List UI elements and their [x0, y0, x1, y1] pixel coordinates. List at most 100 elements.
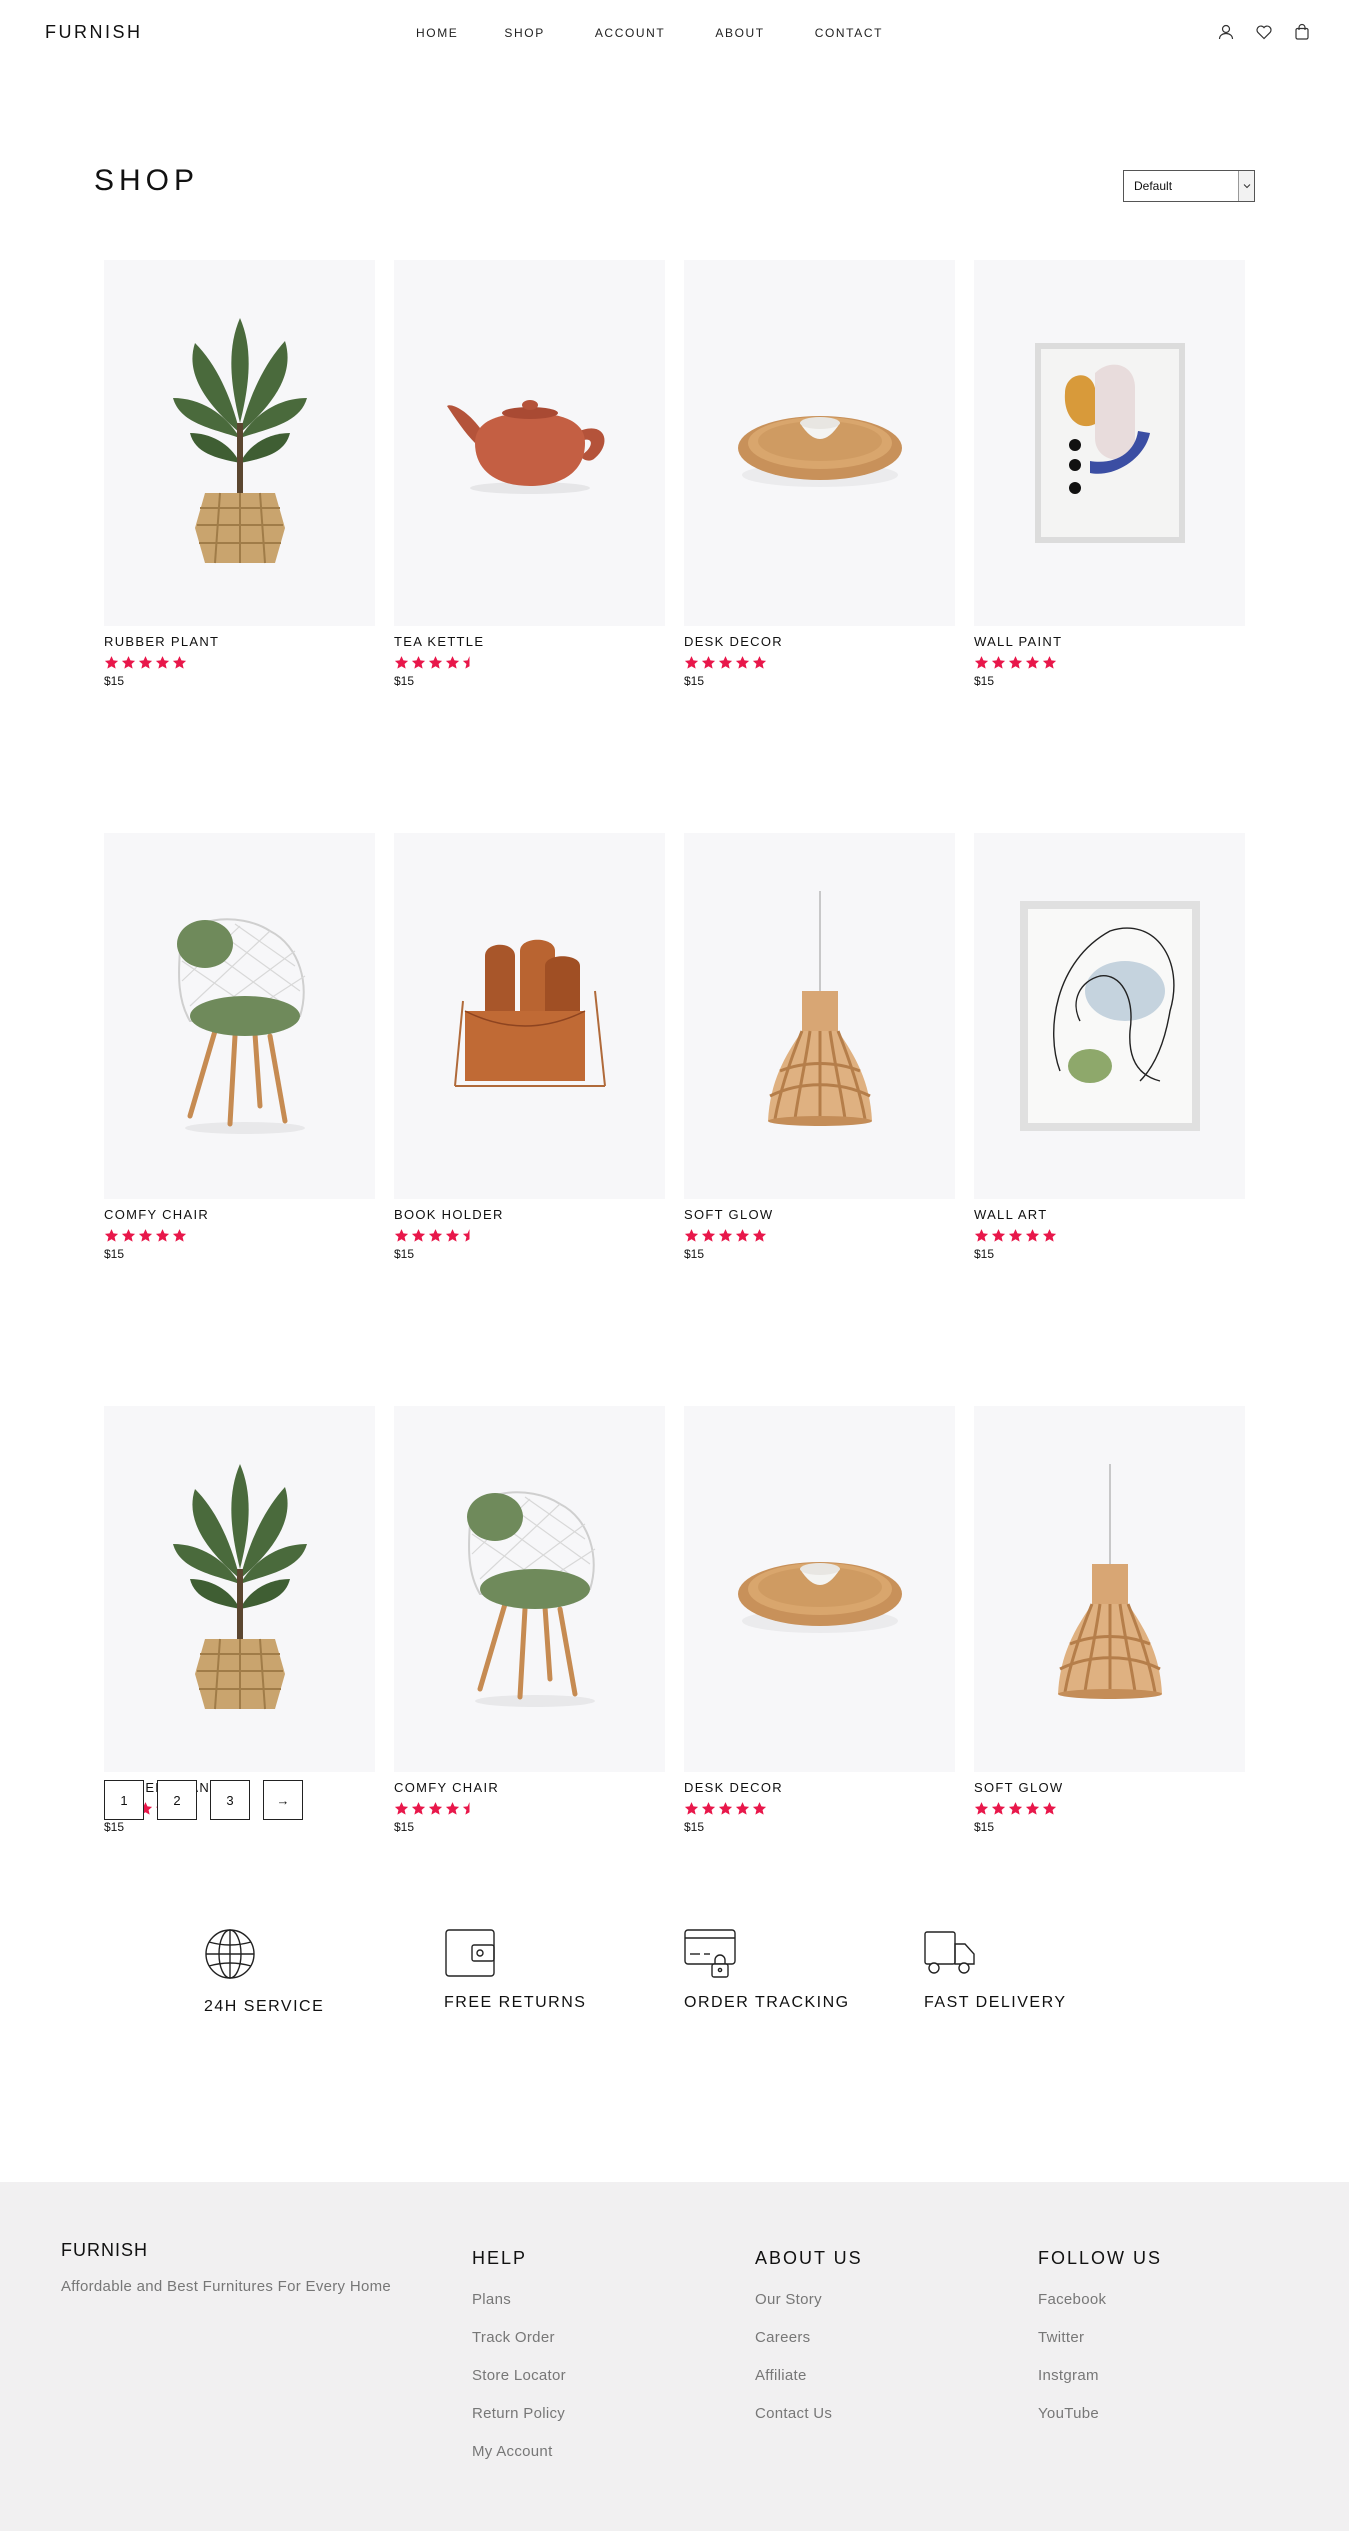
heart-icon[interactable] [1255, 23, 1273, 41]
product-image[interactable] [684, 833, 955, 1199]
feature-label: ORDER TRACKING [684, 1994, 850, 2011]
product-card[interactable]: BOOK HOLDER $15 [394, 833, 665, 1261]
footer-col-help: HELP Plans Track Order Store Locator Ret… [472, 2248, 566, 2481]
product-card[interactable]: TEA KETTLE $15 [394, 260, 665, 688]
star-icon [172, 1228, 187, 1244]
product-image[interactable] [974, 833, 1245, 1199]
footer-link-return-policy[interactable]: Return Policy [472, 2405, 566, 2422]
footer-link-twitter[interactable]: Twitter [1038, 2329, 1162, 2346]
product-image[interactable] [394, 260, 665, 626]
nav-about[interactable]: ABOUT [715, 26, 764, 40]
cart-icon[interactable] [1293, 23, 1311, 41]
star-icon [684, 655, 699, 671]
product-image[interactable] [104, 833, 375, 1199]
page-1-button[interactable]: 1 [104, 1780, 144, 1820]
page-3-button[interactable]: 3 [210, 1780, 250, 1820]
product-card[interactable]: RUBBER PLANT$15 [104, 1406, 375, 1834]
footer-link-store-locator[interactable]: Store Locator [472, 2367, 566, 2384]
product-image[interactable] [104, 1406, 375, 1772]
footer-col-title: FOLLOW US [1038, 2248, 1163, 2268]
star-icon [991, 1801, 1006, 1817]
product-image[interactable] [394, 1406, 665, 1772]
star-icon [155, 1228, 170, 1244]
product-image[interactable] [974, 260, 1245, 626]
page-2-button[interactable]: 2 [157, 1780, 197, 1820]
star-icon [718, 655, 733, 671]
product-image[interactable] [684, 260, 955, 626]
product-name[interactable]: DESK DECOR [684, 634, 955, 650]
product-name[interactable]: DESK DECOR [684, 1780, 955, 1796]
footer-link-contact-us[interactable]: Contact Us [755, 2405, 863, 2422]
sort-select[interactable]: Default [1123, 170, 1255, 202]
nav-home[interactable]: HOME [416, 26, 458, 40]
product-card[interactable]: COMFY CHAIR $15 [394, 1406, 665, 1834]
product-image[interactable] [104, 260, 375, 626]
star-icon [1042, 1801, 1057, 1817]
star-rating [974, 1801, 1245, 1817]
star-icon [428, 655, 443, 671]
star-icon [462, 1228, 477, 1244]
footer-link-our-story[interactable]: Our Story [755, 2291, 863, 2308]
star-icon [1025, 1228, 1040, 1244]
footer-link-careers[interactable]: Careers [755, 2329, 863, 2346]
product-name[interactable]: BOOK HOLDER [394, 1207, 665, 1223]
product-card[interactable]: COMFY CHAIR $15 [104, 833, 375, 1261]
product-image[interactable] [684, 1406, 955, 1772]
star-icon [752, 1228, 767, 1244]
product-card[interactable]: SOFT GLOW $15 [974, 1406, 1245, 1834]
product-image[interactable] [974, 1406, 1245, 1772]
footer-logo[interactable]: FURNISH [61, 2240, 148, 2261]
footer-link-track-order[interactable]: Track Order [472, 2329, 566, 2346]
footer-link-affiliate[interactable]: Affiliate [755, 2367, 863, 2384]
product-image[interactable] [394, 833, 665, 1199]
footer-link-youtube[interactable]: YouTube [1038, 2405, 1162, 2422]
star-icon [974, 1801, 989, 1817]
star-icon [445, 655, 460, 671]
star-rating [684, 655, 955, 671]
star-icon [974, 655, 989, 671]
product-row: RUBBER PLANT $15 TEA KETTLE $15 DESK DECOR… [104, 260, 1246, 688]
feature-24h-service: 24H SERVICE [204, 1928, 324, 2016]
footer-link-plans[interactable]: Plans [472, 2291, 566, 2308]
footer-link-facebook[interactable]: Facebook [1038, 2291, 1162, 2308]
product-price: $15 [104, 1820, 125, 1834]
product-name[interactable]: RUBBER PLANT [104, 634, 375, 650]
star-icon [411, 1228, 426, 1244]
product-card[interactable]: SOFT GLOW $15 [684, 833, 955, 1261]
nav-contact[interactable]: CONTACT [815, 26, 883, 40]
nav-account[interactable]: ACCOUNT [595, 26, 666, 40]
next-page-button[interactable]: → [263, 1780, 303, 1820]
star-icon [462, 655, 477, 671]
user-icon[interactable] [1217, 23, 1235, 41]
product-card[interactable]: DESK DECOR $15 [684, 1406, 955, 1834]
product-card[interactable]: RUBBER PLANT$15 [104, 260, 375, 688]
product-name[interactable]: COMFY CHAIR [104, 1207, 375, 1223]
star-icon [428, 1228, 443, 1244]
star-icon [718, 1801, 733, 1817]
nav-shop[interactable]: SHOP [504, 26, 544, 40]
star-icon [735, 1228, 750, 1244]
product-card[interactable]: WALL ART $15 [974, 833, 1245, 1261]
footer-col-follow: FOLLOW US Facebook Twitter Instgram YouT… [1038, 2248, 1162, 2443]
star-icon [104, 655, 119, 671]
star-icon [121, 655, 136, 671]
header-icons [1217, 23, 1311, 41]
product-name[interactable]: SOFT GLOW [974, 1780, 1245, 1796]
product-card[interactable]: WALL PAINT $15 [974, 260, 1245, 688]
footer-link-my-account[interactable]: My Account [472, 2443, 566, 2460]
star-icon [394, 1801, 409, 1817]
product-card[interactable]: DESK DECOR $15 [684, 260, 955, 688]
site-footer: FURNISH Affordable and Best Furnitures F… [0, 2182, 1349, 2531]
product-name[interactable]: COMFY CHAIR [394, 1780, 665, 1796]
star-icon [411, 655, 426, 671]
star-rating [104, 1228, 375, 1244]
product-name[interactable]: WALL ART [974, 1207, 1245, 1223]
product-name[interactable]: TEA KETTLE [394, 634, 665, 650]
footer-link-instagram[interactable]: Instgram [1038, 2367, 1162, 2384]
product-name[interactable]: SOFT GLOW [684, 1207, 955, 1223]
feature-fast-delivery: FAST DELIVERY [924, 1928, 1067, 2012]
site-logo[interactable]: FURNISH [45, 22, 143, 43]
product-name[interactable]: WALL PAINT [974, 634, 1245, 650]
star-icon [1008, 655, 1023, 671]
feature-label: FAST DELIVERY [924, 1994, 1067, 2011]
